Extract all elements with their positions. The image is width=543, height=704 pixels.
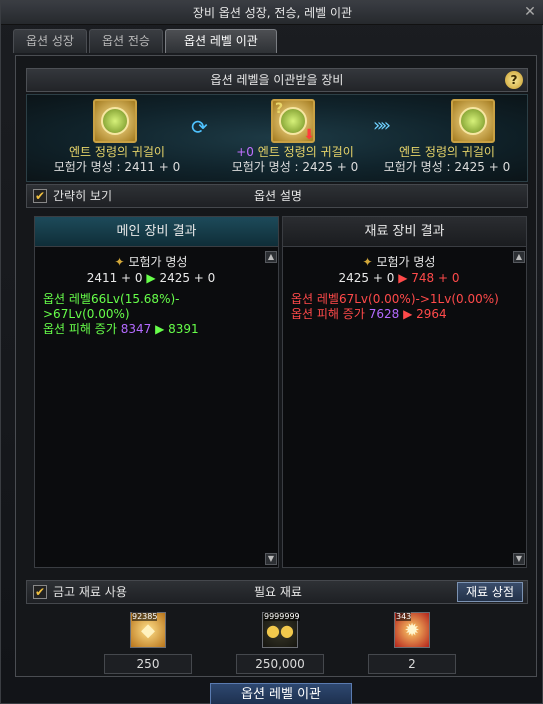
material-item: 92385 ◆ 250 (104, 612, 192, 674)
simple-view-label[interactable]: 간략히 보기 (53, 185, 112, 207)
equip-header-title: 옵션 레벨을 이관받을 장비 (210, 73, 344, 87)
main-stat-change: 2411 + 0 ▶ 2425 + 0 (39, 270, 263, 286)
question-mark-icon: ? (275, 101, 284, 117)
target-equip-slot[interactable]: ? ⬇ (271, 99, 315, 143)
target-equip-name: 엔트 정령의 귀걸이 (257, 145, 354, 159)
option-level-transfer-button[interactable]: 옵션 레벨 이관 (210, 683, 352, 704)
material-shop-button[interactable]: 재료 상점 (457, 582, 523, 602)
equip-slots-area: 엔트 정령의 귀걸이 모험가 명성 : 2411 + 0 ⟳ ? ⬇ +0 엔트… (26, 94, 528, 182)
scroll-down-icon[interactable]: ▼ (513, 553, 525, 565)
forward-arrows-icon: »» (373, 115, 391, 136)
transfer-panel: 옵션 레벨을 이관받을 장비 ? 엔트 정령의 귀걸이 모험가 명성 : 241… (15, 55, 537, 677)
material-result-scrollbar[interactable]: ▲ ▼ (513, 251, 525, 565)
use-storage-checkbox[interactable]: ✔ (33, 585, 47, 599)
required-materials-bar: ✔ 금고 재료 사용 필요 재료 재료 상점 (26, 580, 528, 604)
equipment-option-window: 장비 옵션 성장, 전승, 레벨 이관 ✕ 옵션 성장 옵션 전승 옵션 레벨 … (0, 0, 543, 704)
fame-icon: ✦ (362, 255, 373, 269)
earring-icon (459, 107, 487, 135)
option-desc-bar: ✔ 간략히 보기 옵션 설명 (26, 184, 528, 208)
material-required-value: 2 (368, 654, 456, 674)
main-option-damage-to: 8391 (168, 322, 199, 336)
help-icon[interactable]: ? (505, 71, 523, 89)
main-option-damage-line: 옵션 피해 증가 8347 ▶ 8391 (39, 322, 263, 337)
down-arrow-icon: ⬇ (303, 127, 315, 143)
target-equip-name-line: +0 엔트 정령의 귀걸이 (215, 145, 375, 160)
source-equip-stat: 모험가 명성 : 2411 + 0 (53, 160, 181, 174)
material-option-damage-from: 7628 (368, 307, 400, 321)
window-titlebar[interactable]: 장비 옵션 성장, 전승, 레벨 이관 ✕ (1, 1, 543, 25)
scroll-down-icon[interactable]: ▼ (265, 553, 277, 565)
use-storage-label[interactable]: 금고 재료 사용 (53, 581, 127, 603)
earring-icon (101, 107, 129, 135)
decrease-arrow-icon: ▶ (403, 307, 413, 321)
main-result-scrollbar[interactable]: ▲ ▼ (265, 251, 277, 565)
main-stat-from: 2411 + 0 (86, 271, 143, 285)
material-result-body: ✦ 모험가 명성 2425 + 0 ▶ 748 + 0 옵션 레벨67Lv(0.… (283, 248, 515, 328)
main-result-body: ✦ 모험가 명성 2411 + 0 ▶ 2425 + 0 옵션 레벨66Lv(1… (35, 248, 267, 343)
scroll-up-icon[interactable]: ▲ (513, 251, 525, 263)
material-item: 343 ✹ 2 (368, 612, 456, 674)
result-equip-name: 엔트 정령의 귀걸이 (399, 145, 495, 159)
result-equip-slot[interactable] (451, 99, 495, 143)
target-equip-stat: 모험가 명성 : 2425 + 0 (231, 160, 359, 174)
material-option-level-line: 옵션 레벨67Lv(0.00%)->1Lv(0.00%) (291, 292, 499, 306)
transfer-cycle-icon: ⟳ (191, 115, 208, 139)
material-option-damage-label: 옵션 피해 증가 (291, 307, 365, 321)
decrease-arrow-icon: ▶ (398, 271, 408, 285)
material-count-badge: 9999999 (264, 612, 300, 621)
main-stat-title: 모험가 명성 (128, 255, 188, 269)
material-result-title: 재료 장비 결과 (283, 217, 526, 247)
material-stat-change: 2425 + 0 ▶ 748 + 0 (287, 270, 511, 286)
material-required-value: 250,000 (236, 654, 324, 674)
material-stat-to: 748 + 0 (411, 271, 460, 285)
main-option-damage-from: 8347 (120, 322, 152, 336)
equip-header-bar: 옵션 레벨을 이관받을 장비 ? (26, 68, 528, 92)
material-count-badge: 343 (396, 612, 412, 621)
tab-bar: 옵션 성장 옵션 전승 옵션 레벨 이관 (13, 29, 277, 53)
tab-option-growth[interactable]: 옵션 성장 (13, 29, 87, 53)
source-equip-name: 엔트 정령의 귀걸이 (69, 145, 165, 159)
main-stat-title-line: ✦ 모험가 명성 (39, 254, 263, 270)
close-icon[interactable]: ✕ (522, 4, 538, 20)
increase-arrow-icon: ▶ (155, 322, 165, 336)
gold-coins-icon[interactable]: 9999999 ●● (262, 612, 300, 648)
increase-arrow-icon: ▶ (146, 271, 156, 285)
material-option-damage-line: 옵션 피해 증가 7628 ▶ 2964 (287, 307, 511, 322)
main-result-title: 메인 장비 결과 (35, 217, 278, 247)
simple-view-checkbox[interactable]: ✔ (33, 189, 47, 203)
scroll-up-icon[interactable]: ▲ (265, 251, 277, 263)
window-title: 장비 옵션 성장, 전승, 레벨 이관 (192, 6, 353, 20)
material-count-badge: 92385 (132, 612, 158, 621)
material-stat-from: 2425 + 0 (338, 271, 395, 285)
main-option-level-line: 옵션 레벨66Lv(15.68%)->67Lv(0.00%) (43, 292, 180, 321)
fame-icon: ✦ (114, 255, 125, 269)
tab-option-level-transfer[interactable]: 옵션 레벨 이관 (164, 29, 277, 53)
material-stat-title: 모험가 명성 (376, 255, 436, 269)
main-result-panel: 메인 장비 결과 ✦ 모험가 명성 2411 + 0 ▶ 2425 + 0 옵션… (34, 216, 279, 568)
gem-pouch-icon[interactable]: 92385 ◆ (130, 612, 166, 648)
material-stat-title-line: ✦ 모험가 명성 (287, 254, 511, 270)
spark-orb-icon[interactable]: 343 ✹ (394, 612, 430, 648)
target-equip-plus: +0 (236, 145, 254, 159)
tab-option-inherit[interactable]: 옵션 전승 (88, 29, 163, 53)
main-option-damage-label: 옵션 피해 증가 (43, 322, 117, 336)
source-equip-slot[interactable] (93, 99, 137, 143)
result-equip-stat: 모험가 명성 : 2425 + 0 (383, 160, 511, 174)
material-result-panel: 재료 장비 결과 ✦ 모험가 명성 2425 + 0 ▶ 748 + 0 옵션 … (282, 216, 527, 568)
material-option-damage-to: 2964 (416, 307, 447, 321)
main-stat-to: 2425 + 0 (159, 271, 216, 285)
material-item: 9999999 ●● 250,000 (236, 612, 324, 674)
material-required-value: 250 (104, 654, 192, 674)
